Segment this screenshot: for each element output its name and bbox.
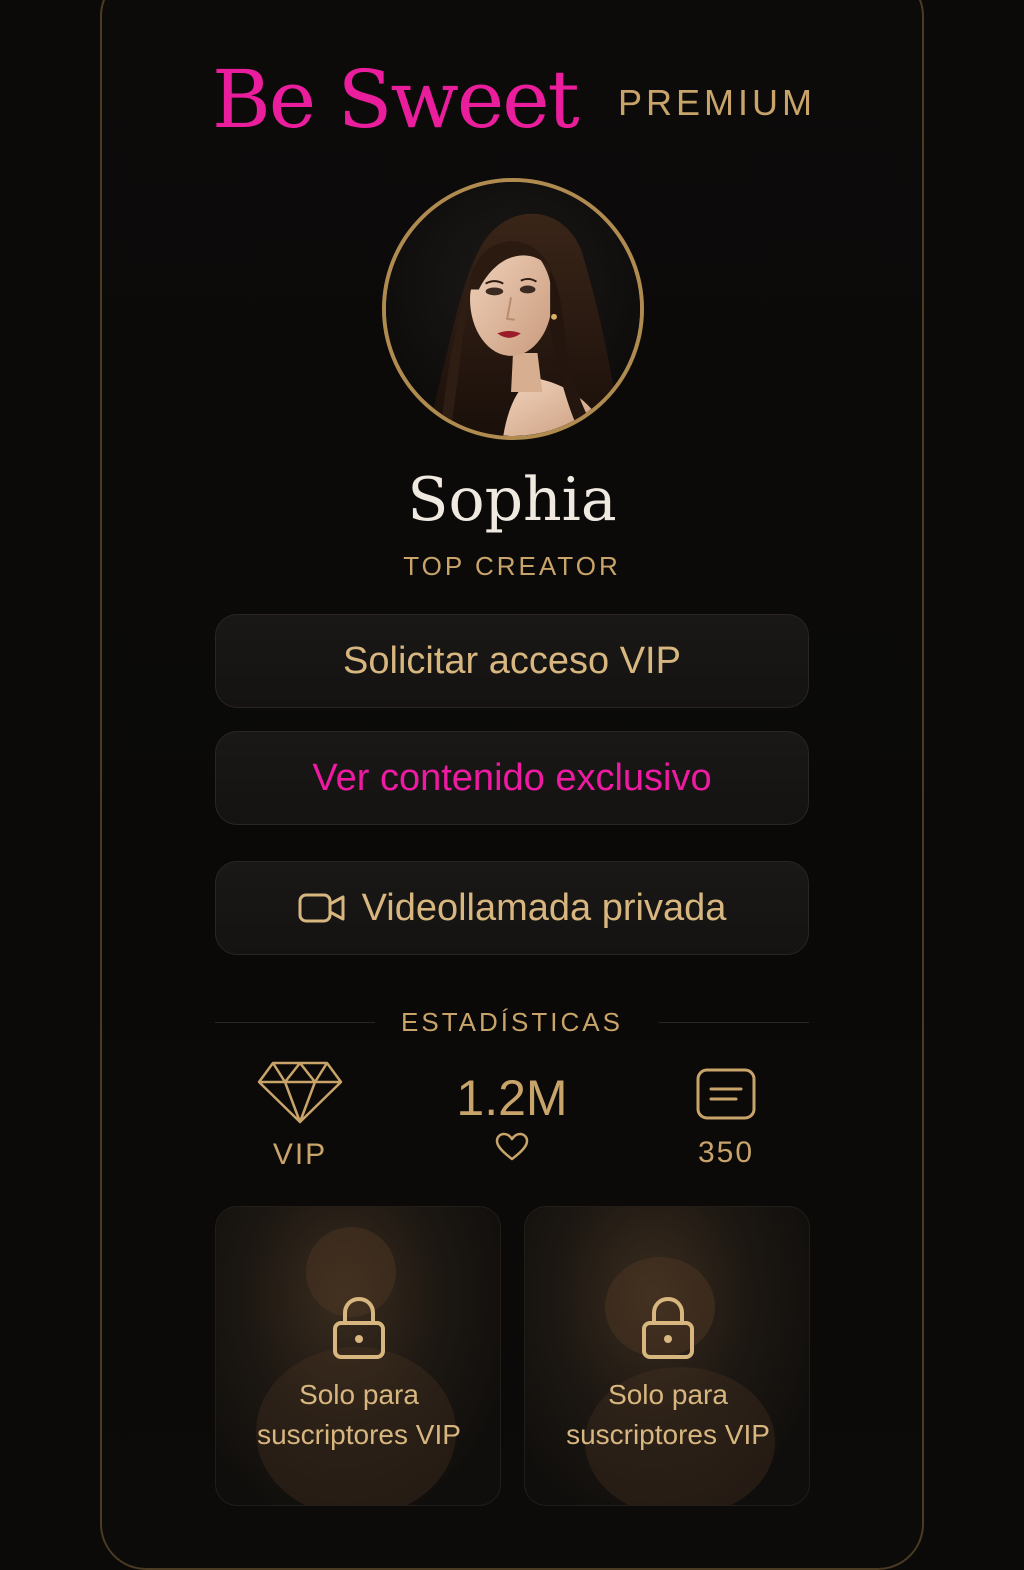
locked-content-card[interactable]: Solo para suscriptores VIP bbox=[524, 1206, 810, 1506]
heart-icon bbox=[495, 1132, 529, 1161]
exclusive-content-button[interactable]: Ver contenido exclusivo bbox=[215, 731, 809, 825]
exclusive-content-label: Ver contenido exclusivo bbox=[312, 756, 712, 799]
locked-text-line: Solo para bbox=[608, 1379, 728, 1410]
lock-icon bbox=[333, 1296, 385, 1359]
stat-posts: 350 bbox=[676, 1068, 776, 1171]
stat-vip-label: VIP bbox=[272, 1138, 328, 1171]
locked-content-text: Solo para suscriptores VIP bbox=[216, 1375, 500, 1455]
posts-count: 350 bbox=[697, 1136, 755, 1169]
profile-name: Sophia bbox=[407, 465, 617, 535]
locked-content-card[interactable]: Solo para suscriptores VIP bbox=[215, 1206, 501, 1506]
posts-icon bbox=[696, 1068, 756, 1120]
private-video-call-button[interactable]: Videollamada privada bbox=[215, 861, 809, 955]
header: Be Sweet PREMIUM bbox=[0, 50, 1024, 150]
locked-content-text: Solo para suscriptores VIP bbox=[525, 1375, 809, 1455]
premium-badge: PREMIUM bbox=[618, 82, 816, 123]
diamond-icon bbox=[257, 1061, 343, 1124]
stats-title: ESTADÍSTICAS bbox=[401, 1007, 623, 1037]
request-vip-button[interactable]: Solicitar acceso VIP bbox=[215, 614, 809, 708]
locked-text-line: suscriptores VIP bbox=[566, 1419, 770, 1450]
brand-logo: Be Sweet bbox=[212, 53, 580, 146]
locked-text-line: Solo para bbox=[299, 1379, 419, 1410]
likes-count: 1.2M bbox=[456, 1070, 568, 1126]
profile-role: TOP CREATOR bbox=[403, 551, 621, 581]
locked-text-line: suscriptores VIP bbox=[257, 1419, 461, 1450]
avatar[interactable] bbox=[382, 178, 644, 440]
stat-vip: VIP bbox=[250, 1060, 350, 1173]
private-video-call-label: Videollamada privada bbox=[361, 886, 727, 929]
request-vip-label: Solicitar acceso VIP bbox=[343, 639, 681, 682]
stats-heading: ESTADÍSTICAS bbox=[215, 1004, 809, 1044]
video-camera-icon bbox=[298, 891, 346, 925]
stat-likes: 1.2M bbox=[432, 1070, 592, 1167]
avatar-photo bbox=[386, 182, 640, 436]
lock-icon bbox=[642, 1296, 694, 1359]
